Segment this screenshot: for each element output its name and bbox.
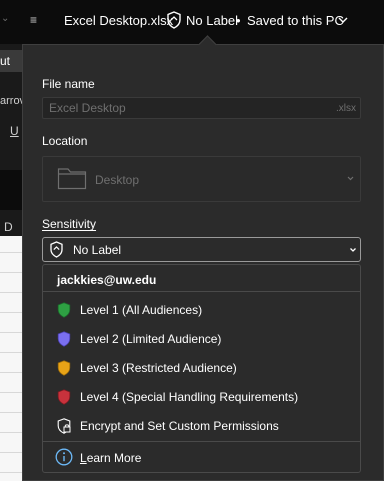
location-value: Desktop: [95, 173, 140, 187]
menu-item-level-4[interactable]: Level 4 (Special Handling Requirements): [80, 390, 298, 404]
green-shield-icon: [57, 302, 71, 318]
ribbon-tab-label: ut: [0, 54, 11, 68]
sensitivity-selected-value: No Label: [73, 243, 122, 257]
grid-line: [0, 292, 22, 293]
save-status[interactable]: Saved to this PC: [247, 13, 344, 28]
chevron-down-icon[interactable]: [337, 14, 349, 26]
learn-more-text: earn More: [86, 451, 142, 465]
sensitivity-shield-icon: [167, 11, 181, 29]
quick-access-dropdown[interactable]: ⌄: [1, 13, 9, 24]
formula-bar: [0, 170, 22, 210]
location-dropdown[interactable]: [42, 156, 361, 202]
purple-shield-icon: [57, 331, 71, 347]
menu-item-level-2[interactable]: Level 2 (Limited Audience): [80, 332, 221, 346]
grid-line: [0, 352, 22, 353]
menu-item-custom-permissions[interactable]: Encrypt and Set Custom Permissions: [80, 419, 279, 433]
file-name-value: Excel Desktop: [49, 101, 126, 115]
grid-line: [0, 272, 22, 273]
learn-more-link[interactable]: Learn More: [80, 451, 141, 465]
menu-item-level-1[interactable]: Level 1 (All Audiences): [80, 303, 202, 317]
quick-access-customize-button[interactable]: ≡: [30, 13, 37, 27]
grid-line: [0, 392, 22, 393]
document-title-button[interactable]: Excel Desktop.xlsx: [64, 13, 173, 28]
folder-icon: [57, 168, 87, 190]
grid-line: [0, 432, 22, 433]
info-icon: [55, 448, 73, 466]
yellow-shield-icon: [57, 360, 71, 376]
grid-line: [0, 372, 22, 373]
sensitivity-label: Sensitivity: [42, 217, 97, 231]
shield-icon: [50, 241, 63, 258]
grid-line: [0, 252, 22, 253]
file-name-label: File name: [42, 77, 95, 91]
grid-line: [0, 452, 22, 453]
underline-button[interactable]: U: [10, 124, 19, 138]
account-email: jackkies@uw.edu: [57, 273, 157, 287]
menu-divider: [43, 291, 360, 292]
grid-line: [0, 472, 22, 473]
lock-shield-icon: [57, 418, 71, 434]
menu-item-level-3[interactable]: Level 3 (Restricted Audience): [80, 361, 237, 375]
file-extension: .xlsx: [336, 103, 356, 114]
chevron-down-icon: [347, 176, 354, 181]
column-header-d[interactable]: D: [4, 220, 13, 234]
red-shield-icon: [57, 389, 71, 405]
learn-more-access-key: L: [80, 451, 87, 465]
title-sensitivity-label[interactable]: No Label: [186, 13, 238, 28]
title-separator: •: [236, 13, 241, 28]
grid-line: [0, 412, 22, 413]
menu-divider: [43, 441, 360, 442]
location-label: Location: [42, 134, 88, 148]
grid-line: [0, 332, 22, 333]
grid-line: [0, 312, 22, 313]
chevron-down-icon: [350, 248, 356, 252]
